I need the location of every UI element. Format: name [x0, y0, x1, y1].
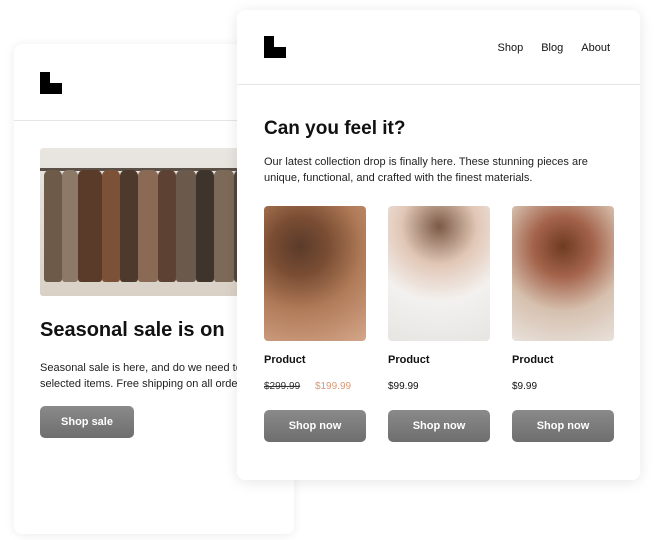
- back-title: Seasonal sale is on: [40, 319, 225, 341]
- header-divider: [237, 84, 640, 85]
- product-name: Product: [512, 354, 554, 366]
- nav-about[interactable]: About: [581, 42, 610, 54]
- front-title: Can you feel it?: [264, 118, 406, 139]
- product-card: Product $99.99 Shop now: [388, 206, 490, 442]
- product-image[interactable]: [264, 206, 366, 341]
- email-preview-front: Shop Blog About Can you feel it? Our lat…: [237, 10, 640, 480]
- old-price: $299.99: [264, 381, 301, 392]
- product-price: $99.99: [388, 381, 419, 392]
- front-copy-line1: Our latest collection drop is finally he…: [264, 156, 588, 168]
- product-grid: Product $299.99 $199.99 Shop now Product…: [264, 206, 614, 446]
- shop-now-button[interactable]: Shop now: [388, 410, 490, 442]
- clothing-rack-image: [40, 148, 270, 296]
- top-nav: Shop Blog About: [498, 42, 610, 54]
- front-copy-line2: unique, functional, and crafted with the…: [264, 172, 533, 184]
- front-copy: Our latest collection drop is finally he…: [264, 154, 624, 186]
- product-image[interactable]: [388, 206, 490, 341]
- shop-sale-button[interactable]: Shop sale: [40, 406, 134, 438]
- nav-blog[interactable]: Blog: [541, 42, 563, 54]
- shop-now-button[interactable]: Shop now: [512, 410, 614, 442]
- brand-logo-icon: [264, 36, 286, 58]
- product-card: Product $9.99 Shop now: [512, 206, 614, 442]
- brand-logo-icon: [40, 72, 62, 94]
- product-card: Product $299.99 $199.99 Shop now: [264, 206, 366, 442]
- nav-shop[interactable]: Shop: [498, 42, 524, 54]
- sale-price: $199.99: [314, 381, 352, 392]
- product-image[interactable]: [512, 206, 614, 341]
- product-price: $299.99 $199.99: [264, 381, 351, 392]
- product-name: Product: [264, 354, 306, 366]
- shop-now-button[interactable]: Shop now: [264, 410, 366, 442]
- product-price: $9.99: [512, 381, 538, 392]
- product-name: Product: [388, 354, 430, 366]
